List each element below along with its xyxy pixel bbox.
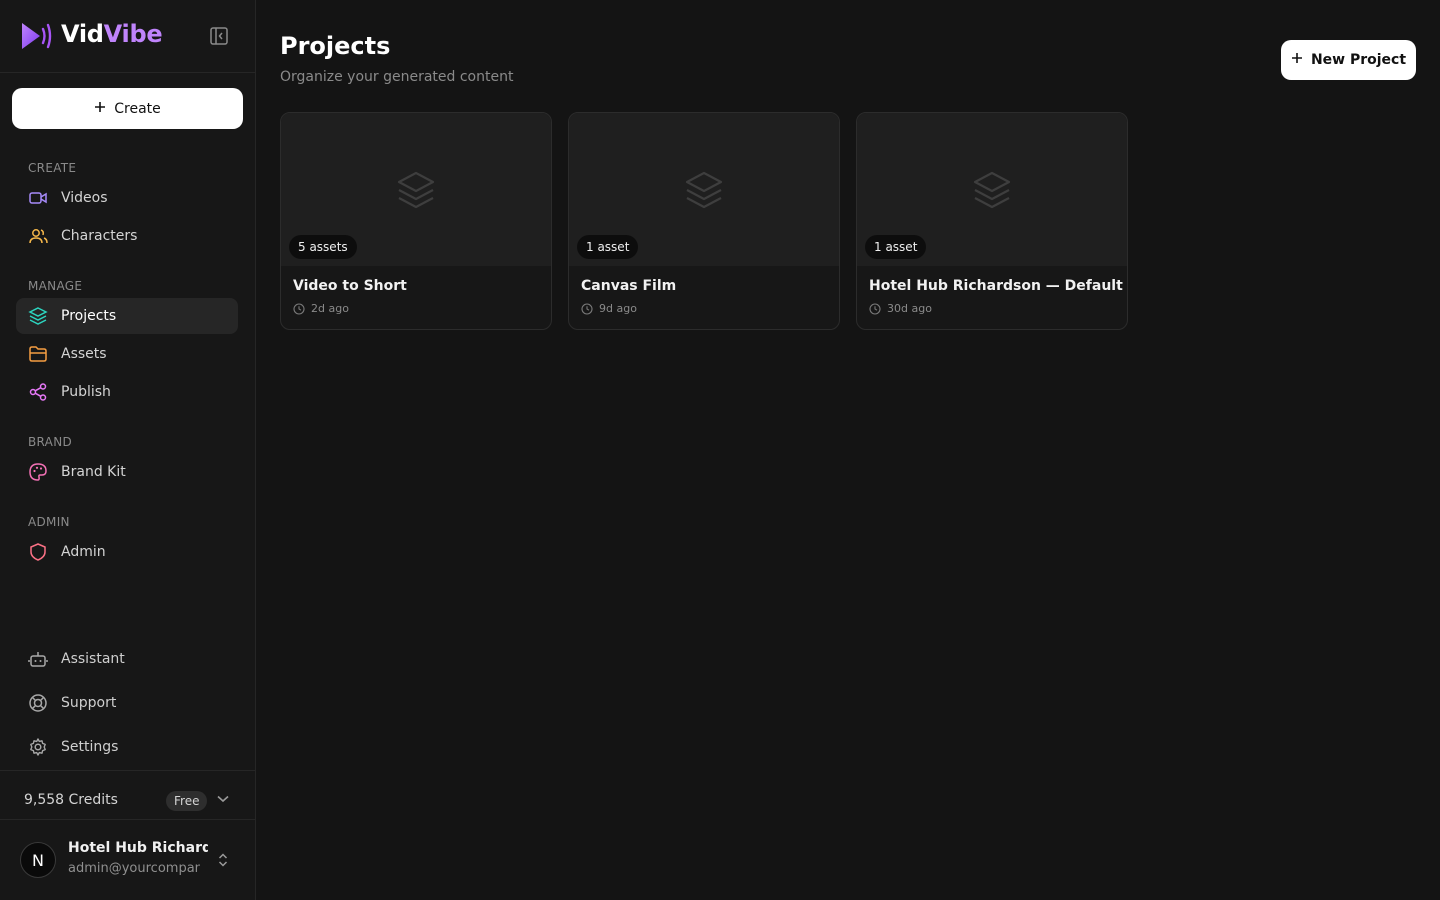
sidebar-item-support[interactable]: Support [16,685,238,721]
layers-icon [973,171,1011,209]
clock-icon [581,302,593,315]
sidebar-item-label: Videos [61,190,108,206]
create-button[interactable]: Create [12,88,243,129]
sidebar-item-label: Assets [61,346,107,362]
project-time: 9d ago [581,302,637,315]
sidebar-item-admin[interactable]: Admin [16,534,238,570]
section-label-brand: BRAND [28,435,73,449]
project-time-label: 2d ago [311,302,349,315]
logo-text: VidVibe [61,20,163,48]
sidebar-item-label: Publish [61,384,111,400]
logo-row: VidVibe [0,0,255,73]
shield-icon [30,543,46,561]
sidebar-collapse-icon[interactable] [208,25,230,47]
project-thumbnail: 1 asset [569,113,839,266]
project-title: Video to Short [293,278,407,294]
project-card[interactable]: 1 asset Canvas Film 9d ago [568,112,840,330]
project-card[interactable]: 5 assets Video to Short 2d ago [280,112,552,330]
new-project-button[interactable]: New Project [1281,40,1416,80]
section-label-create: CREATE [28,161,77,175]
sidebar-item-label: Assistant [61,651,125,667]
logo-icon [22,23,52,49]
share-icon [29,383,47,401]
palette-icon [29,463,47,481]
page-title: Projects [280,32,391,60]
page-subtitle: Organize your generated content [280,69,514,85]
sidebar-item-videos[interactable]: Videos [16,180,238,216]
asset-count-badge: 5 assets [289,235,357,259]
plus-icon [94,101,106,117]
project-time: 30d ago [869,302,932,315]
asset-count-badge: 1 asset [577,235,639,259]
video-icon [29,192,47,204]
sidebar-item-settings[interactable]: Settings [16,729,238,765]
sidebar-item-assistant[interactable]: Assistant [16,641,238,677]
folder-icon [29,346,47,362]
logo-text-part2: Vibe [103,20,163,48]
plan-badge: Free [166,791,208,811]
project-title: Canvas Film [581,278,677,294]
plus-icon [1291,52,1303,68]
project-time-label: 30d ago [887,302,932,315]
clock-icon [293,302,305,315]
user-menu[interactable]: N Hotel Hub Richardson admin@yourcompany… [0,820,255,900]
asset-count-badge: 1 asset [865,235,927,259]
credits-text: 9,558 Credits [24,792,118,808]
sidebar-item-characters[interactable]: Characters [16,218,238,254]
layers-icon [28,307,48,325]
sidebar-item-brand-kit[interactable]: Brand Kit [16,454,238,490]
sidebar-item-publish[interactable]: Publish [16,374,238,410]
sidebar-item-assets[interactable]: Assets [16,336,238,372]
project-time-label: 9d ago [599,302,637,315]
logo-text-part1: Vid [61,20,104,48]
clock-icon [869,302,881,315]
layers-icon [685,171,723,209]
users-icon [29,229,48,244]
sidebar-item-label: Characters [61,228,138,244]
credits-row[interactable]: 9,558 Credits Free [0,770,255,820]
section-label-admin: ADMIN [28,515,70,529]
create-button-label: Create [114,100,161,117]
sidebar-item-label: Admin [61,544,106,560]
sidebar-item-projects[interactable]: Projects [16,298,238,334]
sidebar-item-label: Brand Kit [61,464,126,480]
project-card[interactable]: 1 asset Hotel Hub Richardson — Default 3… [856,112,1128,330]
user-email: admin@yourcompany.com [68,861,200,876]
layers-icon [397,171,435,209]
project-thumbnail: 1 asset [857,113,1127,266]
chevrons-up-down-icon[interactable] [216,852,230,868]
avatar: N [20,842,56,878]
sidebar-item-label: Support [61,695,117,711]
bot-icon [28,652,48,667]
section-label-manage: MANAGE [28,279,83,293]
project-thumbnail: 5 assets [281,113,551,266]
user-name: Hotel Hub Richardson [68,840,208,856]
sidebar-item-label: Settings [61,739,119,755]
chevron-down-icon[interactable] [216,794,230,804]
sidebar-item-label: Projects [61,308,117,324]
project-time: 2d ago [293,302,349,315]
gear-icon [30,738,46,756]
new-project-button-label: New Project [1310,52,1407,68]
project-title: Hotel Hub Richardson — Default [869,278,1123,294]
sidebar: VidVibe Create CREATE Videos Characters … [0,0,256,900]
life-buoy-icon [29,694,47,712]
